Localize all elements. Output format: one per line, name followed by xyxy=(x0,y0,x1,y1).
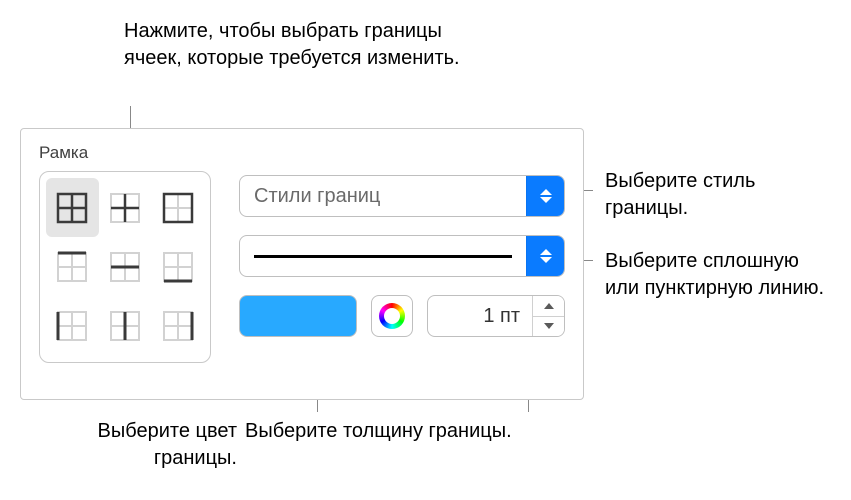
stepper-down[interactable] xyxy=(533,316,564,337)
callout-border-width: Выберите толщину границы. xyxy=(245,418,525,445)
border-color-well[interactable] xyxy=(239,295,357,337)
border-bottom-icon xyxy=(160,249,196,285)
border-outside[interactable] xyxy=(151,178,204,237)
border-top[interactable] xyxy=(46,237,99,296)
border-inside-icon xyxy=(107,190,143,226)
chevron-up-icon xyxy=(544,303,554,309)
border-bottom[interactable] xyxy=(151,237,204,296)
solid-line-icon xyxy=(254,255,512,258)
stepper-up[interactable] xyxy=(533,296,564,316)
right-controls: Стили границ xyxy=(239,171,565,363)
border-right[interactable] xyxy=(151,297,204,356)
chevron-down-icon xyxy=(544,323,554,329)
border-line-type-popup[interactable] xyxy=(239,235,565,277)
border-selection-grid xyxy=(39,171,211,363)
callout-line-type: Выберите сплошную или пунктирную линию. xyxy=(605,248,835,302)
color-wheel-button[interactable] xyxy=(371,295,413,337)
border-outside-icon xyxy=(160,190,196,226)
popup-button-icon xyxy=(526,176,564,216)
callout-border-style: Выберите стиль границы. xyxy=(605,168,835,222)
callout-border-color: Выберите цвет границы. xyxy=(67,418,237,472)
color-wheel-icon xyxy=(379,303,405,329)
panel-title: Рамка xyxy=(39,143,565,163)
stepper-buttons xyxy=(532,296,564,336)
border-horizontal-icon xyxy=(107,249,143,285)
border-styles-label: Стили границ xyxy=(240,176,526,216)
border-vertical-icon xyxy=(107,308,143,344)
border-left-icon xyxy=(54,308,90,344)
border-all-icon xyxy=(54,190,90,226)
border-all[interactable] xyxy=(46,178,99,237)
border-styles-popup[interactable]: Стили границ xyxy=(239,175,565,217)
border-left[interactable] xyxy=(46,297,99,356)
color-and-width-row: 1 пт xyxy=(239,295,565,337)
callout-select-borders: Нажмите, чтобы выбрать границы ячеек, ко… xyxy=(124,18,474,72)
popup-button-icon xyxy=(526,236,564,276)
border-panel: Рамка xyxy=(20,128,584,400)
border-inside[interactable] xyxy=(99,178,152,237)
panel-body: Стили границ xyxy=(39,171,565,363)
border-horizontal[interactable] xyxy=(99,237,152,296)
border-top-icon xyxy=(54,249,90,285)
border-right-icon xyxy=(160,308,196,344)
line-sample-solid xyxy=(240,236,526,276)
border-vertical[interactable] xyxy=(99,297,152,356)
border-width-value: 1 пт xyxy=(428,296,532,336)
border-width-stepper[interactable]: 1 пт xyxy=(427,295,565,337)
